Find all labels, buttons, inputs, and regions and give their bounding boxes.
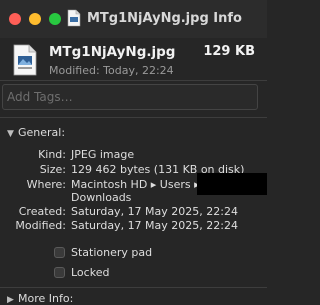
chevron-right-icon: ▶ [7,295,14,305]
row-value: Macintosh HD ▸ Users ▸ [71,178,200,191]
more-info-section-header[interactable]: ▶ More Info: [7,292,73,305]
row-label: Modified: [15,219,66,232]
row-label: Where: [26,178,66,191]
more-info-section-title: More Info: [18,292,74,305]
locked-checkbox[interactable]: Locked [54,266,109,279]
row-label: Created: [18,205,66,218]
stationery-pad-checkbox[interactable]: Stationery pad [54,246,152,259]
info-row-kind: Kind: JPEG image [0,148,267,163]
title-bar: MTg1NjAyNg.jpg Info [0,0,267,38]
row-value: Saturday, 17 May 2025, 22:24 [71,219,238,232]
row-value: Downloads [71,191,132,204]
row-value: JPEG image [71,148,135,161]
jpeg-file-icon [13,44,37,76]
zoom-button[interactable] [49,13,61,25]
stationery-pad-label: Stationery pad [71,246,153,259]
chevron-down-icon: ▼ [7,129,14,139]
checkbox-box[interactable] [54,247,65,258]
divider [0,80,267,81]
redaction-box [197,173,267,195]
locked-label: Locked [71,266,110,279]
minimize-button[interactable] [29,13,41,25]
close-button[interactable] [9,13,21,25]
jpeg-file-icon [67,9,81,27]
modified-summary: Modified: Today, 22:24 [49,64,174,77]
row-value: Saturday, 17 May 2025, 22:24 [71,205,238,218]
general-section-header[interactable]: ▼ General: [7,126,65,139]
info-row-created: Created: Saturday, 17 May 2025, 22:24 [0,205,267,220]
info-row-modified: Modified: Saturday, 17 May 2025, 22:24 [0,219,267,234]
window-title: MTg1NjAyNg.jpg Info [87,11,242,26]
divider [0,117,267,118]
tags-input[interactable] [2,84,258,110]
general-section-title: General: [18,126,66,139]
row-label: Size: [39,163,66,176]
file-name: MTg1NjAyNg.jpg [49,44,176,60]
divider [0,287,267,288]
checkbox-box[interactable] [54,267,65,278]
row-label: Kind: [38,148,66,161]
file-size: 129 KB [203,44,255,59]
